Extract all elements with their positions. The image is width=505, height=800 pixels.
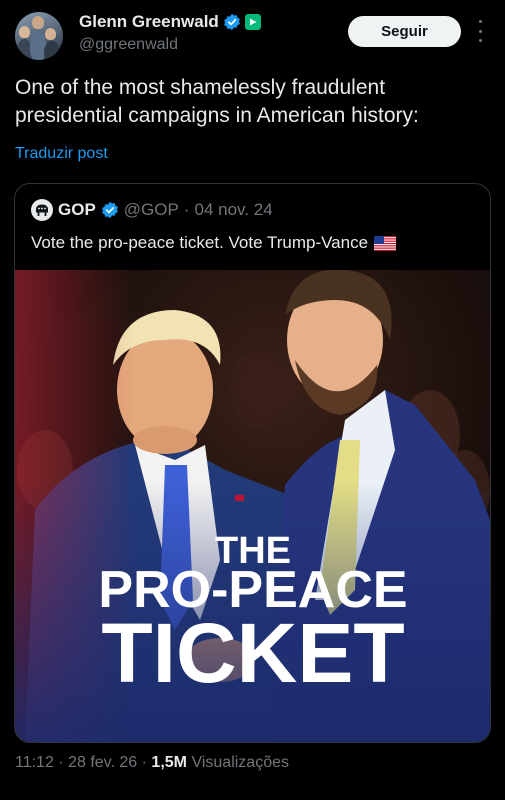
us-flag-icon: [374, 235, 397, 251]
follow-button[interactable]: Seguir: [348, 16, 461, 47]
quoted-post-header: GOP @GOP · 04 nov. 24: [31, 199, 273, 221]
views-label: Visualizações: [191, 754, 289, 771]
post-text: One of the most shamelessly fraudulent p…: [15, 76, 419, 127]
separator-dot: ·: [141, 754, 152, 771]
quoted-post-text-row: Vote the pro-peace ticket. Vote Trump-Va…: [31, 233, 397, 253]
quoted-post[interactable]: GOP @GOP · 04 nov. 24 Vote the pro-peace…: [14, 183, 491, 743]
separator-dot: ·: [58, 754, 69, 771]
author-avatar[interactable]: [15, 12, 63, 60]
post-header: Glenn Greenwald @ggreenwald Seguir: [0, 0, 505, 70]
quoted-date: 04 nov. 24: [194, 200, 273, 219]
quoted-post-text: Vote the pro-peace ticket. Vote Trump-Va…: [31, 233, 369, 252]
more-vertical-icon[interactable]: [472, 20, 488, 42]
verified-badge-icon: [223, 13, 240, 31]
translate-post-link[interactable]: Traduzir post: [15, 145, 108, 163]
post-date[interactable]: 28 fev. 26: [68, 754, 137, 771]
separator-dot: ·: [183, 200, 190, 219]
campaign-image[interactable]: THE PRO-PEACE TICKET: [15, 270, 490, 742]
views-count: 1,5M: [151, 754, 187, 771]
author-handle[interactable]: @ggreenwald: [79, 36, 178, 54]
post-time[interactable]: 11:12: [15, 754, 54, 771]
subscriber-badge-icon: [244, 14, 261, 30]
verified-badge-icon: [101, 201, 118, 219]
author-display-name[interactable]: Glenn Greenwald: [79, 12, 219, 32]
quoted-display-name: GOP: [58, 200, 96, 219]
gop-elephant-icon: [31, 199, 53, 221]
author-name-row: Glenn Greenwald: [79, 12, 261, 32]
image-caption-line3: TICKET: [101, 606, 404, 700]
quoted-handle: @GOP: [123, 200, 179, 219]
post-meta: 11:12 · 28 fev. 26 · 1,5M Visualizações: [15, 754, 289, 772]
